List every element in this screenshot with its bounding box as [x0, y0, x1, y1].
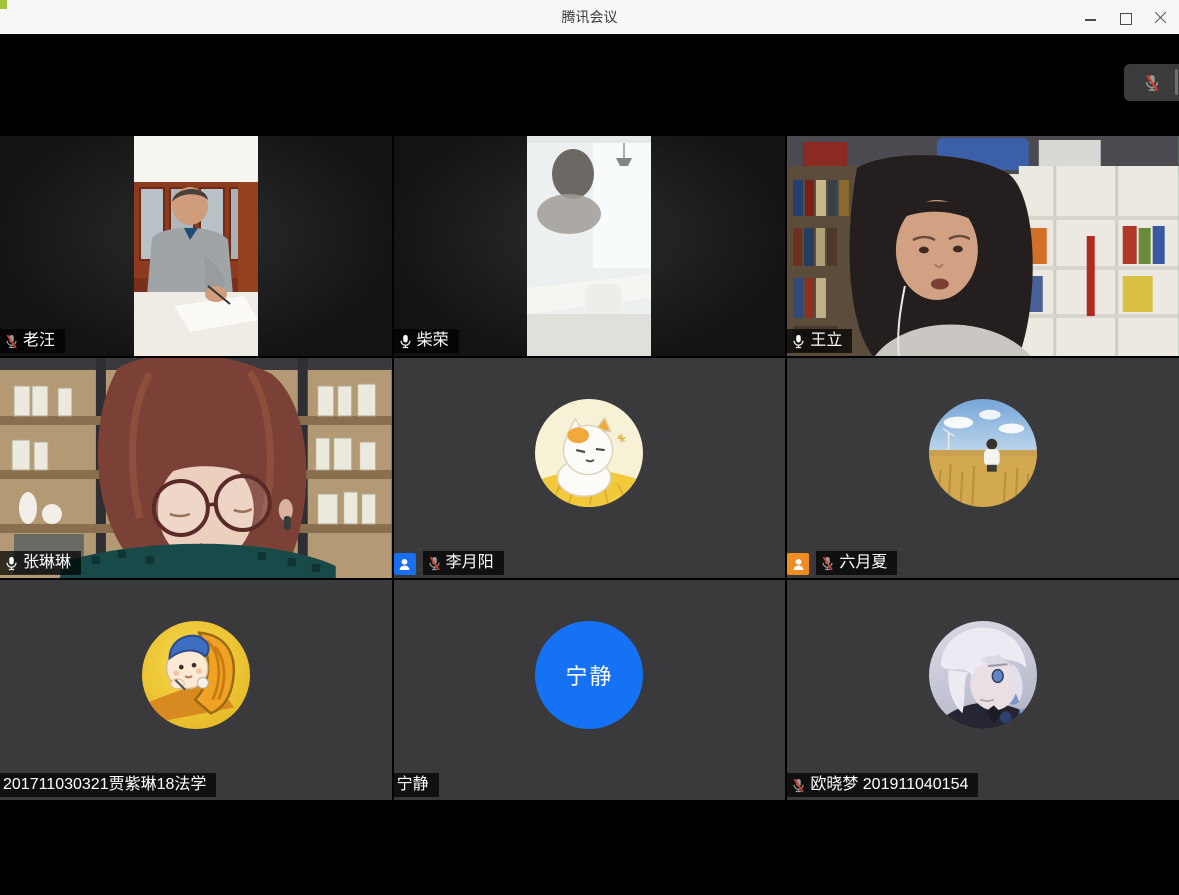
mic-icon	[4, 556, 19, 571]
video-grid: 老汪	[0, 136, 1179, 800]
participant-label: 老汪	[0, 329, 65, 353]
participant-tile-laowang[interactable]: 老汪	[0, 136, 392, 356]
close-icon[interactable]	[1154, 11, 1167, 24]
video-feed	[134, 136, 258, 356]
participant-tile-wangli[interactable]: 王立	[787, 136, 1179, 356]
participant-name: 宁静	[397, 777, 429, 793]
participant-tile-liuyuexia[interactable]: 六月夏	[787, 358, 1179, 578]
window-titlebar: 腾讯会议	[0, 0, 1179, 34]
pearl-earring-avatar	[142, 621, 250, 729]
participant-label: 六月夏	[816, 551, 897, 575]
participant-name: 柴荣	[417, 333, 449, 349]
mic-muted-icon	[427, 556, 442, 571]
member-badge-blue	[394, 553, 416, 575]
participant-tile-ouxiaomeng[interactable]: 欧晓梦 201911040154	[787, 580, 1179, 800]
avatar-initial-text: 宁静	[565, 659, 613, 691]
participant-tile-chairong[interactable]: 柴荣	[394, 136, 786, 356]
participant-label: 201711030321贾紫琳18法学	[0, 773, 216, 797]
participant-name: 王立	[810, 333, 842, 349]
mic-icon	[398, 334, 413, 349]
person-icon	[791, 557, 806, 572]
minimize-icon[interactable]	[1084, 11, 1097, 24]
participant-name: 六月夏	[839, 555, 887, 571]
mic-muted-icon	[4, 334, 19, 349]
participant-tile-jiazilin[interactable]: 201711030321贾紫琳18法学	[0, 580, 392, 800]
meeting-area: 老汪	[0, 34, 1179, 895]
person-icon	[397, 557, 412, 572]
maximize-icon[interactable]	[1119, 11, 1132, 24]
participant-label: 柴荣	[394, 329, 459, 353]
video-feed	[527, 136, 651, 356]
anime-avatar	[929, 621, 1037, 729]
mic-muted-icon	[820, 556, 835, 571]
member-badge-orange	[787, 553, 809, 575]
participant-name: 张琳琳	[23, 555, 71, 571]
self-mic-panel[interactable]	[1124, 64, 1179, 101]
participant-name: 欧晓梦 201911040154	[810, 777, 968, 793]
mic-muted-icon	[791, 778, 806, 793]
participant-label: 李月阳	[423, 551, 504, 575]
initial-avatar: 宁静	[535, 621, 643, 729]
participant-tile-zhanglinlin[interactable]: 张琳琳	[0, 358, 392, 578]
window-controls	[1084, 0, 1167, 34]
participant-name: 李月阳	[446, 555, 494, 571]
participant-tile-ningjing[interactable]: 宁静 宁静	[394, 580, 786, 800]
participant-label: 张琳琳	[0, 551, 81, 575]
participant-tile-liyueyang[interactable]: 李月阳	[394, 358, 786, 578]
participant-name: 201711030321贾紫琳18法学	[3, 777, 206, 793]
participant-label: 欧晓梦 201911040154	[787, 773, 978, 797]
participant-label: 宁静	[394, 773, 439, 797]
participant-label: 王立	[787, 329, 852, 353]
corner-accent	[0, 0, 7, 9]
participant-name: 老汪	[23, 333, 55, 349]
mic-icon	[791, 334, 806, 349]
cat-avatar	[535, 399, 643, 507]
window-title: 腾讯会议	[562, 7, 618, 27]
mic-muted-icon	[1143, 74, 1161, 92]
video-feed	[787, 136, 1179, 356]
wheat-field-avatar	[929, 399, 1037, 507]
video-feed	[0, 358, 392, 578]
